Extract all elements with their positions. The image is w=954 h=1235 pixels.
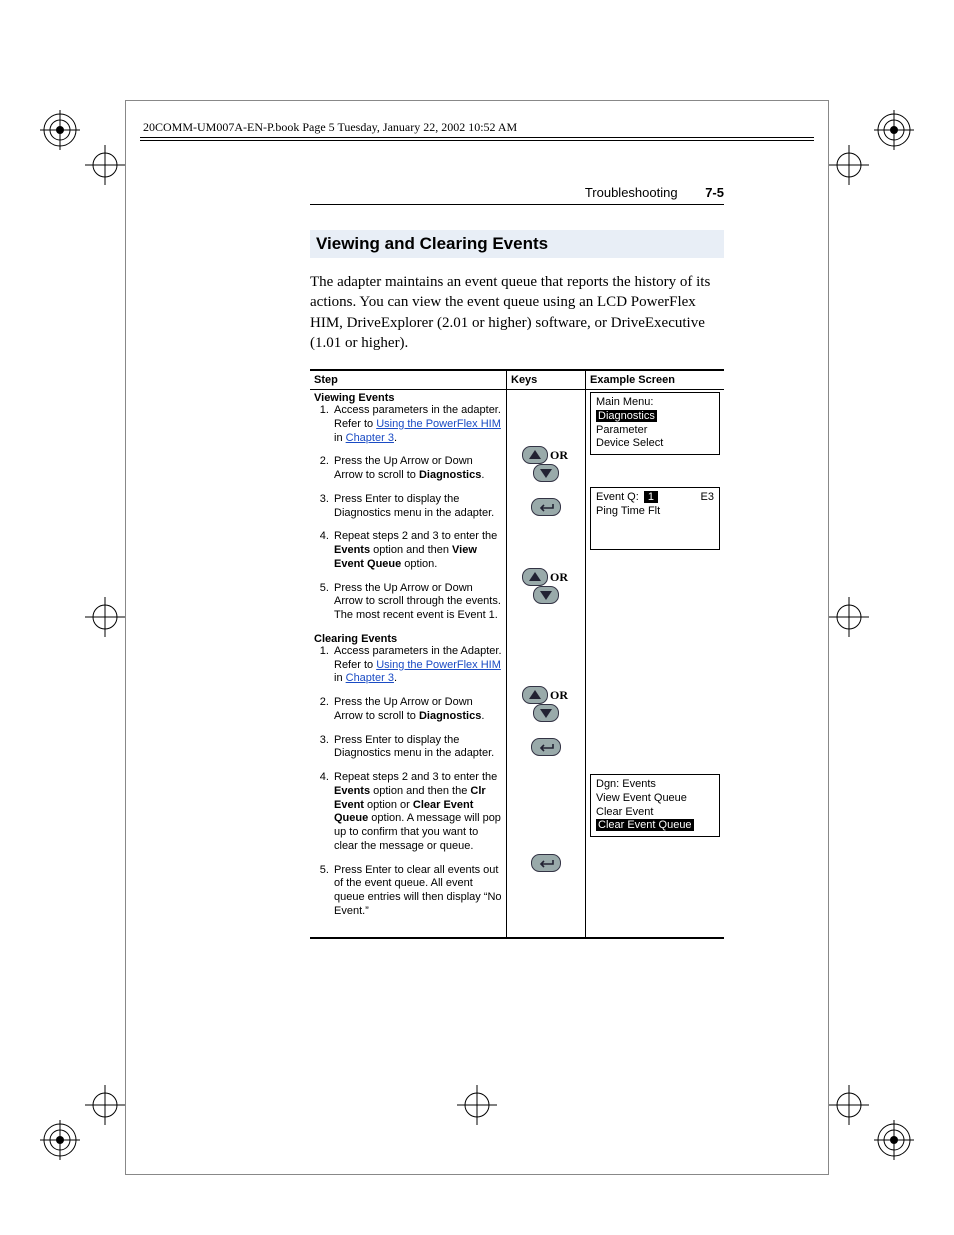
list-item: Press Enter to display the Diagnostics m…: [332, 493, 502, 521]
example-screen-event-q: Event Q: 1 E3 Ping Time Flt: [590, 487, 720, 550]
list-item: Access parameters in the Adapter. Refer …: [332, 645, 502, 686]
col-example: Example Screen: [586, 370, 725, 390]
enter-key-icon: [531, 498, 561, 516]
page-content: Viewing and Clearing Events The adapter …: [310, 230, 724, 939]
registration-mark-icon: [874, 1120, 914, 1160]
viewing-events-heading: Viewing Events: [314, 392, 502, 404]
link-chapter-3[interactable]: Chapter 3: [346, 432, 394, 444]
page-number: 7-5: [705, 185, 724, 200]
enter-key-icon: [531, 738, 561, 756]
enter-key-icon: [531, 854, 561, 872]
keys-up-or-down: OR: [511, 686, 581, 722]
steps-table: Step Keys Example Screen Viewing Events …: [310, 369, 724, 939]
link-using-him[interactable]: Using the PowerFlex HIM: [376, 418, 501, 430]
running-head: Troubleshooting 7-5: [310, 185, 724, 209]
crosshair-icon: [85, 597, 125, 637]
running-head-title: Troubleshooting: [585, 185, 678, 200]
list-item: Repeat steps 2 and 3 to enter the Events…: [332, 771, 502, 854]
keys-up-or-down: OR: [511, 446, 581, 482]
down-arrow-key-icon: [533, 464, 559, 482]
down-arrow-key-icon: [533, 704, 559, 722]
link-using-him[interactable]: Using the PowerFlex HIM: [376, 659, 501, 671]
registration-mark-icon: [40, 110, 80, 150]
registration-mark-icon: [874, 110, 914, 150]
crosshair-icon: [829, 1085, 869, 1125]
example-screen-main-menu: Main Menu: Diagnostics Parameter Device …: [590, 392, 720, 455]
clearing-events-heading: Clearing Events: [314, 633, 502, 645]
keys-enter: [511, 738, 581, 756]
registration-mark-icon: [40, 1120, 80, 1160]
crosshair-icon: [829, 597, 869, 637]
list-item: Access parameters in the adapter. Refer …: [332, 404, 502, 445]
section-title: Viewing and Clearing Events: [310, 230, 724, 258]
keys-enter: [511, 498, 581, 516]
up-arrow-key-icon: [522, 686, 548, 704]
list-item: Press Enter to display the Diagnostics m…: [332, 734, 502, 762]
keys-up-or-down: OR: [511, 568, 581, 604]
intro-paragraph: The adapter maintains an event queue tha…: [310, 272, 724, 353]
book-header: 20COMM-UM007A-EN-P.book Page 5 Tuesday, …: [140, 120, 814, 151]
col-step: Step: [310, 370, 507, 390]
crosshair-icon: [85, 145, 125, 185]
book-header-text: 20COMM-UM007A-EN-P.book Page 5 Tuesday, …: [143, 120, 517, 134]
col-keys: Keys: [507, 370, 586, 390]
crosshair-icon: [829, 145, 869, 185]
up-arrow-key-icon: [522, 568, 548, 586]
list-item: Press Enter to clear all events out of t…: [332, 864, 502, 919]
list-item: Press the Up Arrow or Down Arrow to scro…: [332, 696, 502, 724]
list-item: Press the Up Arrow or Down Arrow to scro…: [332, 455, 502, 483]
up-arrow-key-icon: [522, 446, 548, 464]
table-row: Viewing Events Access parameters in the …: [310, 390, 724, 938]
crosshair-icon: [85, 1085, 125, 1125]
down-arrow-key-icon: [533, 586, 559, 604]
example-screen-dgn-events: Dgn: Events View Event Queue Clear Event…: [590, 774, 720, 837]
list-item: Repeat steps 2 and 3 to enter the Events…: [332, 530, 502, 571]
list-item: Press the Up Arrow or Down Arrow to scro…: [332, 582, 502, 623]
keys-enter: [511, 854, 581, 872]
link-chapter-3[interactable]: Chapter 3: [346, 672, 394, 684]
